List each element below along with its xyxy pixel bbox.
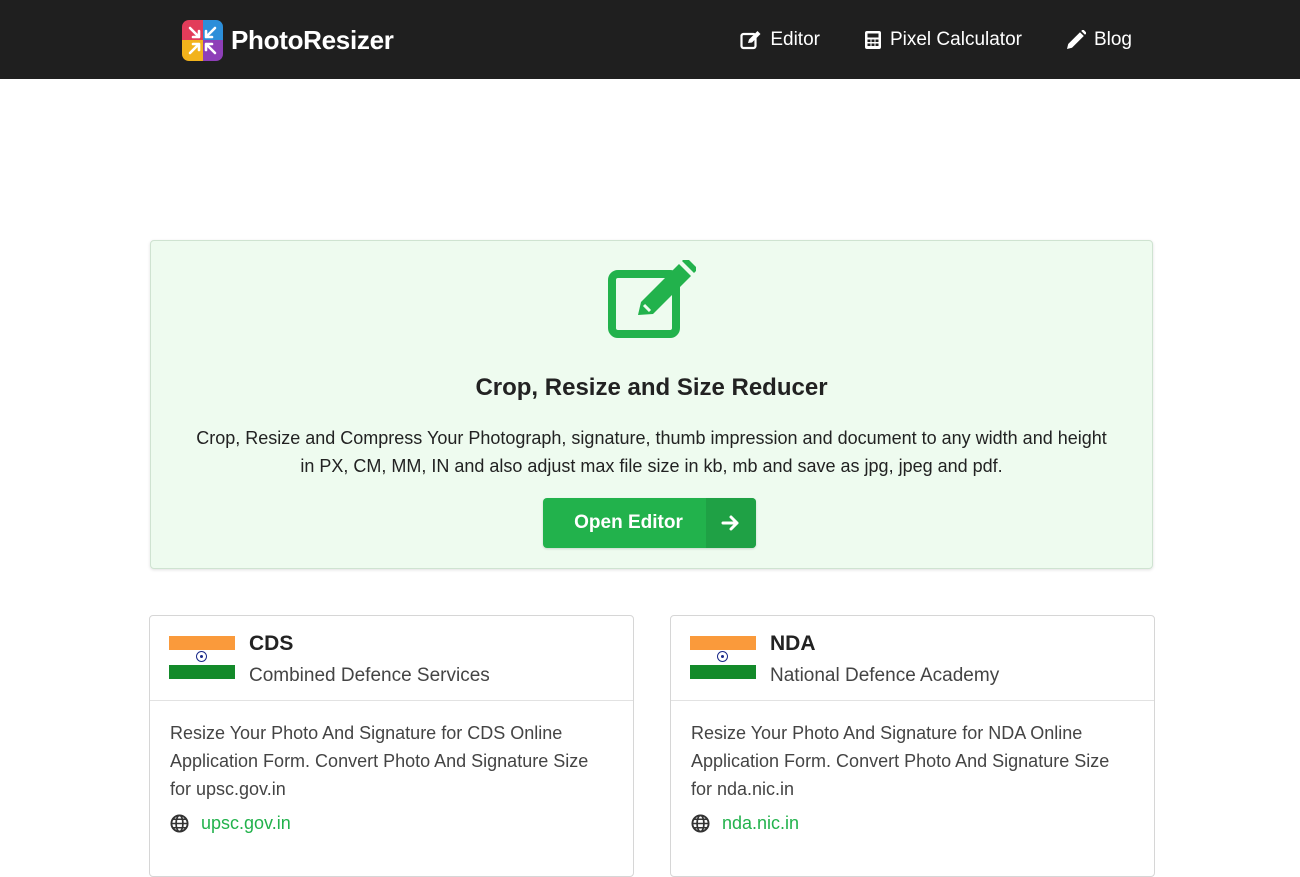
globe-icon	[691, 814, 710, 833]
exam-card-header: CDS Combined Defence Services	[150, 616, 633, 701]
exam-card-nda[interactable]: NDA National Defence Academy Resize Your…	[670, 615, 1155, 877]
hero-description: Crop, Resize and Compress Your Photograp…	[165, 424, 1138, 480]
hero-title: Crop, Resize and Size Reducer	[475, 374, 828, 401]
exam-description: Resize Your Photo And Signature for NDA …	[691, 723, 1110, 799]
top-navbar: PhotoResizer Editor Pixel Calculator Blo…	[0, 0, 1300, 79]
exam-full-name: National Defence Academy	[770, 665, 1000, 686]
hero-description-line-1: Crop, Resize and Compress Your Photograp…	[196, 428, 1107, 448]
exam-website-link[interactable]: upsc.gov.in	[170, 813, 614, 834]
nav-editor-label: Editor	[770, 28, 820, 50]
pencil-icon	[1066, 29, 1086, 49]
hero-editor-card: Crop, Resize and Size Reducer Crop, Resi…	[150, 240, 1153, 569]
edit-square-icon	[608, 260, 696, 338]
edit-icon	[740, 30, 761, 49]
nav-pixel-calculator-link[interactable]: Pixel Calculator	[864, 29, 1022, 51]
exam-card-cds[interactable]: CDS Combined Defence Services Resize You…	[149, 615, 634, 877]
exam-full-name: Combined Defence Services	[249, 665, 490, 686]
nav-links: Editor Pixel Calculator Blog	[696, 0, 1132, 79]
exam-website-label: upsc.gov.in	[201, 813, 291, 833]
exam-description: Resize Your Photo And Signature for CDS …	[170, 723, 589, 799]
brand-home-link[interactable]: PhotoResizer	[182, 19, 394, 61]
exam-code: CDS	[249, 632, 294, 655]
brand-name: PhotoResizer	[231, 24, 394, 55]
exam-code: NDA	[770, 632, 816, 655]
open-editor-button[interactable]: Open Editor	[543, 498, 756, 548]
calculator-icon	[864, 30, 881, 49]
exam-card-header: NDA National Defence Academy	[671, 616, 1154, 701]
nav-blog-link[interactable]: Blog	[1066, 29, 1132, 51]
open-editor-label: Open Editor	[574, 512, 683, 533]
globe-icon	[170, 814, 189, 833]
exam-card-body: Resize Your Photo And Signature for NDA …	[671, 701, 1154, 834]
nav-pixel-calculator-label: Pixel Calculator	[889, 28, 1022, 50]
exam-website-link[interactable]: nda.nic.in	[691, 813, 1135, 834]
exam-card-body: Resize Your Photo And Signature for CDS …	[150, 701, 633, 834]
exam-website-label: nda.nic.in	[722, 813, 800, 833]
arrow-right-icon	[706, 498, 756, 548]
photoresizer-logo-icon	[182, 19, 223, 61]
nav-blog-label: Blog	[1093, 28, 1132, 50]
india-flag-icon	[169, 636, 235, 679]
nav-editor-link[interactable]: Editor	[740, 29, 820, 51]
india-flag-icon	[690, 636, 756, 679]
hero-description-line-2: in PX, CM, MM, IN and also adjust max fi…	[300, 456, 1003, 476]
